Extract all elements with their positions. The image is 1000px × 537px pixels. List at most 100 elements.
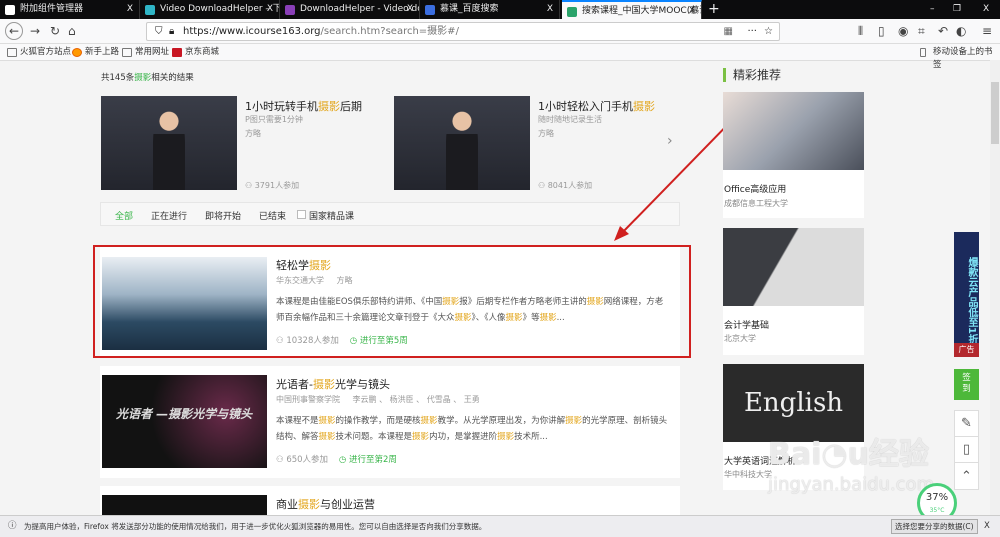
text-segment: 教学。从光学原理出发，为你讲解 xyxy=(437,416,566,426)
bookmark-jd[interactable]: 京东商城 xyxy=(172,46,219,59)
recommend-card[interactable]: 会计学基础 北京大学 xyxy=(723,228,864,355)
close-notification-button[interactable]: X xyxy=(984,516,990,537)
close-window-button[interactable]: X xyxy=(983,0,989,19)
puzzle-icon xyxy=(5,5,15,15)
bookmark-firefox[interactable]: 火狐官方站点 xyxy=(7,46,71,59)
top-course-title[interactable]: 1小时玩转手机摄影后期 xyxy=(245,98,362,114)
keyword-highlight: 摄影 xyxy=(412,432,430,442)
bookmark-label: 京东商城 xyxy=(185,47,220,57)
close-tab-icon[interactable]: X xyxy=(407,0,413,19)
course-title[interactable]: 商业摄影与创业运营 xyxy=(276,496,375,512)
keyword-highlight: 摄影 xyxy=(420,416,438,426)
qr-icon[interactable]: ▦ xyxy=(724,23,733,40)
close-tab-icon[interactable]: X xyxy=(547,0,553,19)
course-title[interactable]: 光语者-摄影光学与镜头 xyxy=(276,376,390,392)
tab-label: Video DownloadHelper – 下载 xyxy=(160,4,280,14)
recommend-card[interactable]: Office高级应用 成都信息工程大学 xyxy=(723,92,864,218)
extension-icon[interactable]: ◐ xyxy=(956,24,966,38)
filter-all[interactable]: 全部 xyxy=(115,209,133,222)
text-segment: 的操作教学，而是硬核 xyxy=(335,416,421,426)
close-tab-icon[interactable]: X xyxy=(127,0,133,19)
course-thumbnail[interactable]: 光语者 —摄影光学与镜头 xyxy=(102,375,267,468)
jd-icon xyxy=(172,48,182,57)
account-icon[interactable]: ◉ xyxy=(898,24,908,38)
tab-downloadhelper[interactable]: DownloadHelper - Video do X xyxy=(280,0,420,19)
text-segment: 技术问题。本课程是 xyxy=(335,432,413,442)
menu-icon[interactable]: ≡ xyxy=(982,24,992,38)
tab-addons[interactable]: 附加组件管理器 X xyxy=(0,0,140,19)
forward-button[interactable]: → xyxy=(30,24,40,38)
keyword-highlight: 摄影 xyxy=(497,432,515,442)
recommend-thumbnail xyxy=(723,92,864,170)
tab-label: 搜索课程_中国大学MOOC(慕课) xyxy=(582,6,702,16)
undo-icon[interactable]: ↶ xyxy=(938,24,948,38)
keyword-highlight: 摄影 xyxy=(318,416,336,426)
bookmark-getting-started[interactable]: 新手上路 xyxy=(72,46,119,59)
bookmark-mobile[interactable]: 移动设备上的书签 xyxy=(920,46,1000,72)
tab-label: 附加组件管理器 xyxy=(20,4,84,14)
text-segment: 光语者- xyxy=(276,378,313,391)
filter-upcoming[interactable]: 即将开始 xyxy=(205,209,241,222)
filter-ongoing[interactable]: 正在进行 xyxy=(151,209,187,222)
course-teacher: 方略 xyxy=(245,129,261,138)
edit-icon[interactable]: ✎ xyxy=(954,410,979,437)
user-icon: ⚇ xyxy=(245,181,253,190)
back-to-top-icon[interactable]: ⌃ xyxy=(954,462,979,490)
back-button[interactable]: ← xyxy=(5,22,23,40)
enroll-count: 8041人参加 xyxy=(547,181,593,190)
course-thumbnail[interactable] xyxy=(394,96,530,190)
home-button[interactable]: ⌂ xyxy=(68,24,76,38)
tab-baidu[interactable]: 慕课_百度搜索 X xyxy=(420,0,560,19)
mobile-icon[interactable]: ▯ xyxy=(954,436,979,463)
shield-icon: ⛉ xyxy=(155,26,163,37)
library-icon[interactable]: ⫴ xyxy=(858,24,863,38)
bookmark-star-icon[interactable]: ☆ xyxy=(764,23,773,40)
filter-national[interactable]: 国家精品课 xyxy=(309,209,354,222)
ad-banner[interactable]: 爆款云产品低至1折 xyxy=(954,232,979,357)
national-checkbox[interactable] xyxy=(297,210,306,219)
ad-text: 爆款云产品低至1折 xyxy=(966,257,977,344)
watermark-url: jingyan.baidu.com xyxy=(768,474,935,495)
bookmark-label: 常用网址 xyxy=(135,47,170,57)
mooc-icon xyxy=(567,7,577,17)
close-tab-icon[interactable]: X xyxy=(689,2,695,19)
sidebar-icon[interactable]: ▯ xyxy=(878,24,885,38)
sign-in-button[interactable]: 签到 xyxy=(954,369,979,400)
tab-label: DownloadHelper - Video do xyxy=(300,4,420,14)
tab-bar: 附加组件管理器 X Video DownloadHelper – 下载 X Down… xyxy=(0,0,1000,19)
course-item[interactable]: 光语者 —摄影光学与镜头 光语者-摄影光学与镜头 中国刑事警察学院 李云鹏 、 … xyxy=(100,366,680,478)
bookmark-label: 新手上路 xyxy=(85,47,120,57)
page-actions-button[interactable]: ··· xyxy=(747,23,757,40)
tab-vdh[interactable]: Video DownloadHelper – 下载 X xyxy=(140,0,280,19)
choose-data-button[interactable]: 选择您要分享的数据(C) xyxy=(891,519,978,534)
filter-bar: 全部 正在进行 即将开始 已结束 国家精品课 xyxy=(100,202,680,226)
maximize-button[interactable]: ❐ xyxy=(953,0,961,19)
recommend-title: 会计学基础 xyxy=(724,321,770,331)
folder-icon xyxy=(7,48,17,57)
reload-button[interactable]: ↻ xyxy=(50,24,60,38)
course-teacher: 方略 xyxy=(538,129,554,138)
firefox-icon xyxy=(72,48,82,57)
filter-ended[interactable]: 已结束 xyxy=(259,209,286,222)
close-tab-icon[interactable]: X xyxy=(267,0,273,19)
minimize-button[interactable]: – xyxy=(930,0,935,19)
course-thumbnail[interactable] xyxy=(102,495,267,515)
course-item[interactable]: 商业摄影与创业运营 xyxy=(100,486,680,515)
user-icon: ⚇ xyxy=(538,181,546,190)
text-segment: 内功，是掌握进阶 xyxy=(429,432,498,442)
crop-icon[interactable]: ⌗ xyxy=(918,24,925,38)
nav-bar: ← → ↻ ⌂ ⛉ 🔒︎ https://www.icourse163.org/… xyxy=(0,19,1000,44)
keyword-highlight: 摄影 xyxy=(312,378,335,391)
course-subtitle: P图只需要1分钟 xyxy=(245,115,303,124)
count-text: 相关的结果 xyxy=(151,73,194,83)
tab-mooc[interactable]: 搜索课程_中国大学MOOC(慕课) X xyxy=(562,0,702,19)
scrollbar[interactable] xyxy=(990,60,1000,515)
keyword: 摄影 xyxy=(134,73,152,83)
new-tab-button[interactable]: + xyxy=(708,0,720,19)
text-segment: 技术所... xyxy=(514,432,548,442)
bookmark-common[interactable]: 常用网址 xyxy=(122,46,169,59)
url-bar[interactable]: ⛉ 🔒︎ https://www.icourse163.org/search.h… xyxy=(146,22,780,41)
bookmark-label: 火狐官方站点 xyxy=(20,47,72,57)
keyword-highlight: 摄影 xyxy=(565,416,583,426)
course-thumbnail[interactable] xyxy=(101,96,237,190)
